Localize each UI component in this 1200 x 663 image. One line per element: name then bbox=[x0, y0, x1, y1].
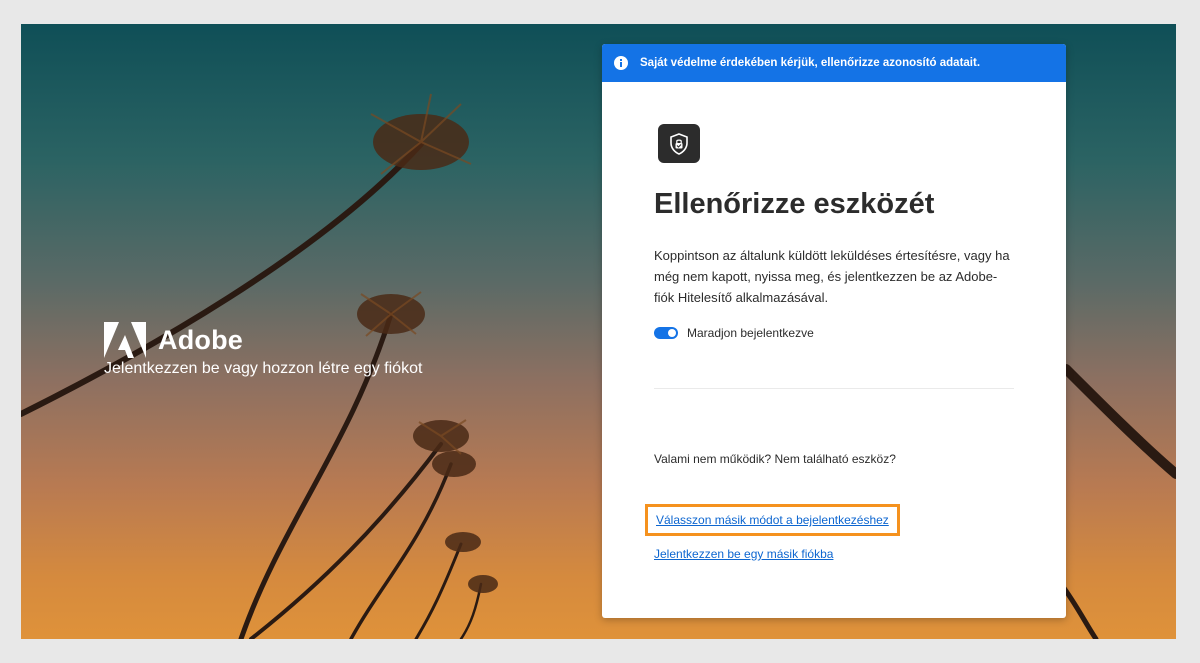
highlight-box: Válasszon másik módot a bejelentkezéshez bbox=[645, 504, 900, 536]
adobe-brand: Adobe Jelentkezzen be vagy hozzon létre … bbox=[104, 322, 422, 378]
alternate-sign-in-method-link[interactable]: Válasszon másik módot a bejelentkezéshez bbox=[656, 513, 889, 527]
stay-signed-in-toggle[interactable] bbox=[654, 327, 678, 339]
divider bbox=[654, 388, 1014, 389]
instructions-text: Koppintson az általunk küldött leküldése… bbox=[654, 248, 1010, 305]
security-banner-text: Saját védelme érdekében kérjük, ellenőri… bbox=[640, 57, 981, 69]
brand-name: Adobe bbox=[158, 324, 243, 355]
sign-in-other-account-link[interactable]: Jelentkezzen be egy másik fiókba bbox=[654, 547, 833, 561]
card-body: Ellenőrizze eszközét Koppintson az által… bbox=[602, 82, 1066, 618]
info-icon bbox=[614, 56, 628, 70]
verify-device-card: Saját védelme érdekében kérjük, ellenőri… bbox=[602, 44, 1066, 618]
background-scene: Adobe Jelentkezzen be vagy hozzon létre … bbox=[21, 24, 1176, 639]
page-title: Ellenőrizze eszközét bbox=[654, 188, 935, 220]
help-text: Valami nem működik? Nem található eszköz… bbox=[654, 452, 896, 466]
security-banner: Saját védelme érdekében kérjük, ellenőri… bbox=[602, 44, 1066, 82]
stay-signed-in-label: Maradjon bejelentkezve bbox=[687, 326, 814, 340]
stay-signed-in-row: Maradjon bejelentkezve bbox=[654, 326, 1014, 340]
shield-lock-icon bbox=[658, 124, 700, 163]
brand-tagline: Jelentkezzen be vagy hozzon létre egy fi… bbox=[104, 360, 423, 377]
toggle-knob bbox=[668, 329, 676, 337]
adobe-logo-icon bbox=[104, 322, 146, 358]
